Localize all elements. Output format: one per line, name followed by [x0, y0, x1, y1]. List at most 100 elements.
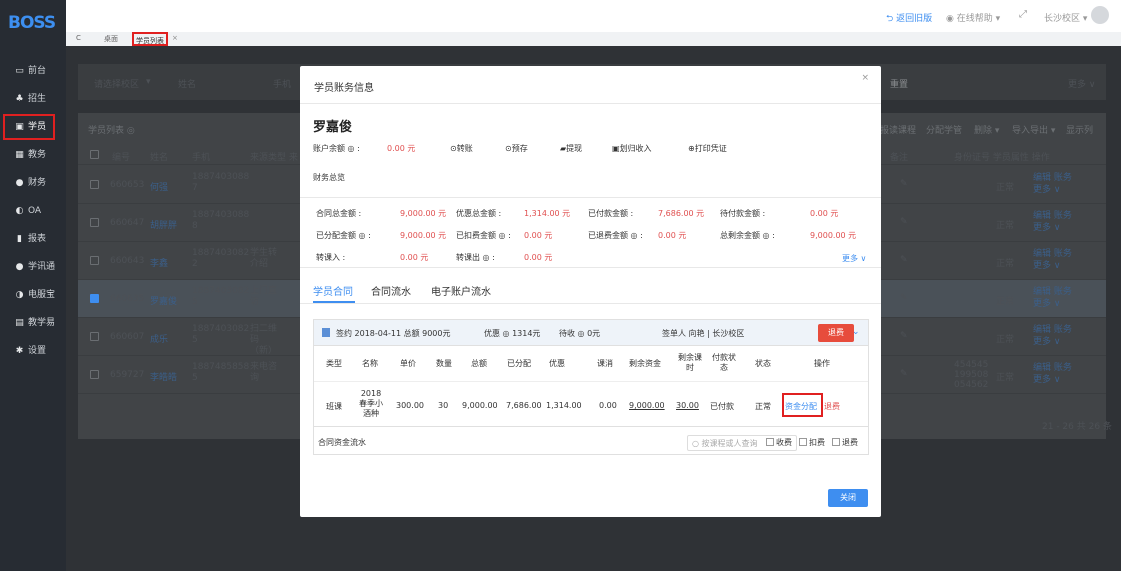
- flow-filter-checkbox[interactable]: 退费: [832, 437, 858, 448]
- sidebar-item-0[interactable]: ▭ 前台: [0, 57, 66, 85]
- sidebar-item-2[interactable]: ▣ 学员: [0, 113, 66, 141]
- edit-icon[interactable]: ✎: [900, 217, 908, 227]
- phone-filter[interactable]: 手机: [273, 77, 291, 90]
- student-name: 罗嘉俊: [313, 120, 353, 135]
- fullscreen-icon[interactable]: ⤢: [1019, 9, 1027, 20]
- toolbar-item[interactable]: 报读课程: [880, 123, 916, 136]
- tab-1[interactable]: 合同流水: [371, 283, 411, 298]
- account-action-button[interactable]: ⊙预存: [505, 143, 528, 154]
- tab-desk[interactable]: 桌面: [104, 34, 118, 44]
- row-source: 来电咨 询: [250, 362, 278, 383]
- row-checkbox[interactable]: [90, 180, 99, 189]
- sidebar-item-4[interactable]: ● 财务: [0, 169, 66, 197]
- tab-2[interactable]: 电子账户流水: [431, 283, 491, 298]
- edit-icon[interactable]: ✎: [900, 255, 908, 265]
- row-ops[interactable]: 编辑 账务 更多 ∨: [1033, 210, 1072, 234]
- row-ops[interactable]: 编辑 账务 更多 ∨: [1033, 248, 1072, 272]
- row-name[interactable]: 成乐: [150, 332, 168, 345]
- row-name[interactable]: 胡胖胖: [150, 218, 177, 231]
- chevron-down-icon[interactable]: ⌄: [852, 327, 860, 337]
- flow-filter-checkbox[interactable]: 收费: [766, 437, 792, 448]
- row-ops[interactable]: 编辑 账务 更多 ∨: [1033, 324, 1072, 348]
- row-ops[interactable]: 编辑 账务 更多 ∨: [1033, 172, 1072, 196]
- contract-cell-remain_money[interactable]: 9,000.00: [629, 401, 665, 410]
- account-modal: 学员账务信息 × 罗嘉俊 账户余额 ◎ : 0.00 元 ⊙转账 ⊙预存 ▰提现 ▣划…: [300, 66, 881, 517]
- account-action-button[interactable]: ⊕打印凭证: [688, 143, 727, 154]
- sidebar-item-7[interactable]: ● 学讯通: [0, 253, 66, 281]
- avatar[interactable]: [1091, 6, 1109, 24]
- row-checkbox[interactable]: [90, 256, 99, 265]
- edit-icon[interactable]: ✎: [900, 331, 908, 341]
- row-status: 正常: [996, 259, 1015, 269]
- contract-card: 签约 2018-04-11 总额 9000元 优惠 ◎ 1314元 待收 ◎ 0…: [313, 319, 869, 455]
- select-all-checkbox[interactable]: [90, 150, 99, 159]
- row-phone: 1887403082 2: [192, 248, 250, 269]
- sidebar-item-8[interactable]: ◑ 电服宝: [0, 281, 66, 309]
- edit-icon[interactable]: ✎: [900, 369, 908, 379]
- row-name[interactable]: 李皓皓: [150, 370, 177, 383]
- row-no: 660607: [110, 332, 145, 342]
- refund-link[interactable]: 退费: [824, 401, 840, 412]
- refresh-icon[interactable]: C: [76, 34, 81, 42]
- contract-cell-pay_status: 已付款: [710, 402, 734, 411]
- modal-title: 学员账务信息: [300, 66, 881, 104]
- finance-value: 9,000.00 元: [400, 209, 447, 218]
- row-name[interactable]: 李鑫: [150, 256, 168, 269]
- row-ops[interactable]: 编辑 账务 更多 ∨: [1033, 362, 1072, 386]
- sidebar-item-label: OA: [28, 206, 42, 216]
- contract-flow-bar: 合同资金流水 ○ 按课程或人查询 收费 扣费 退费: [314, 426, 868, 456]
- sidebar-item-label: 设置: [28, 346, 47, 356]
- contract-cell-remain_hours[interactable]: 30.00: [676, 401, 699, 410]
- row-checkbox[interactable]: [90, 294, 99, 303]
- row-checkbox[interactable]: [90, 332, 99, 341]
- close-button[interactable]: 关闭: [828, 489, 868, 507]
- toolbar-item[interactable]: 导入导出 ▾: [1012, 123, 1055, 136]
- row-checkbox[interactable]: [90, 218, 99, 227]
- sidebar-item-5[interactable]: ◐ OA: [0, 197, 66, 225]
- name-filter[interactable]: 姓名: [178, 77, 196, 90]
- sidebar-icon: ●: [15, 262, 24, 272]
- top-bar: ⮌ 返回旧版 ◉ 在线帮助 ▾ ⤢ 长沙校区 ▾: [66, 0, 1121, 32]
- finance-more-link[interactable]: 更多 ∨: [842, 253, 866, 264]
- toolbar-item[interactable]: 分配学管: [926, 123, 962, 136]
- more-filter[interactable]: 更多 ∨: [1068, 77, 1095, 90]
- tab-student-list[interactable]: 学员列表: [132, 32, 168, 46]
- account-action-button[interactable]: ▰提现: [560, 143, 582, 154]
- toolbar-item[interactable]: 显示列: [1066, 123, 1093, 136]
- tab-0[interactable]: 学员合同: [313, 283, 353, 298]
- allocate-funds-link[interactable]: 资金分配: [785, 401, 817, 412]
- row-name[interactable]: 何强: [150, 180, 168, 193]
- campus-selector[interactable]: 长沙校区 ▾: [1044, 11, 1087, 24]
- contract-cell-price: 300.00: [396, 401, 424, 410]
- contract-cell-qty: 30: [438, 401, 449, 410]
- contract-col: 课消: [597, 359, 613, 368]
- active-tab-underline: [313, 301, 355, 303]
- contract-refund-button[interactable]: 退费: [818, 324, 854, 342]
- row-checkbox[interactable]: [90, 370, 99, 379]
- flow-filter-checkbox[interactable]: 扣费: [799, 437, 825, 448]
- row-phone: 1887403082 5: [192, 286, 250, 307]
- sidebar-item-10[interactable]: ✱ 设置: [0, 337, 66, 365]
- edit-icon[interactable]: ✎: [900, 293, 908, 303]
- return-old-link[interactable]: ⮌ 返回旧版: [886, 11, 932, 27]
- sidebar-item-3[interactable]: ▦ 教务: [0, 141, 66, 169]
- row-no: 660643: [110, 256, 145, 266]
- sidebar-item-6[interactable]: ▮ 报表: [0, 225, 66, 253]
- sidebar-item-1[interactable]: ♣ 招生: [0, 85, 66, 113]
- contract-cell-name: 2018春季小酒种: [359, 389, 383, 418]
- reset-button[interactable]: 重置: [890, 77, 908, 90]
- chevron-down-icon: ▾: [146, 77, 151, 87]
- contract-cell-discount: 1,314.00: [546, 401, 582, 410]
- toolbar-item[interactable]: 删除 ▾: [974, 123, 999, 136]
- close-icon[interactable]: ×: [861, 73, 869, 83]
- account-action-button[interactable]: ▣划归收入: [612, 143, 652, 154]
- row-divider: [314, 381, 868, 382]
- edit-icon[interactable]: ✎: [900, 179, 908, 189]
- row-ops[interactable]: 编辑 账务 更多 ∨: [1033, 286, 1072, 310]
- row-name[interactable]: 罗嘉俊: [150, 294, 177, 307]
- help-menu[interactable]: ◉ 在线帮助 ▾: [946, 11, 1000, 24]
- campus-filter[interactable]: 请选择校区: [94, 77, 139, 90]
- sidebar-item-9[interactable]: ▤ 教学易: [0, 309, 66, 337]
- close-tab-icon[interactable]: ×: [172, 34, 178, 42]
- account-action-button[interactable]: ⊙转账: [450, 143, 473, 154]
